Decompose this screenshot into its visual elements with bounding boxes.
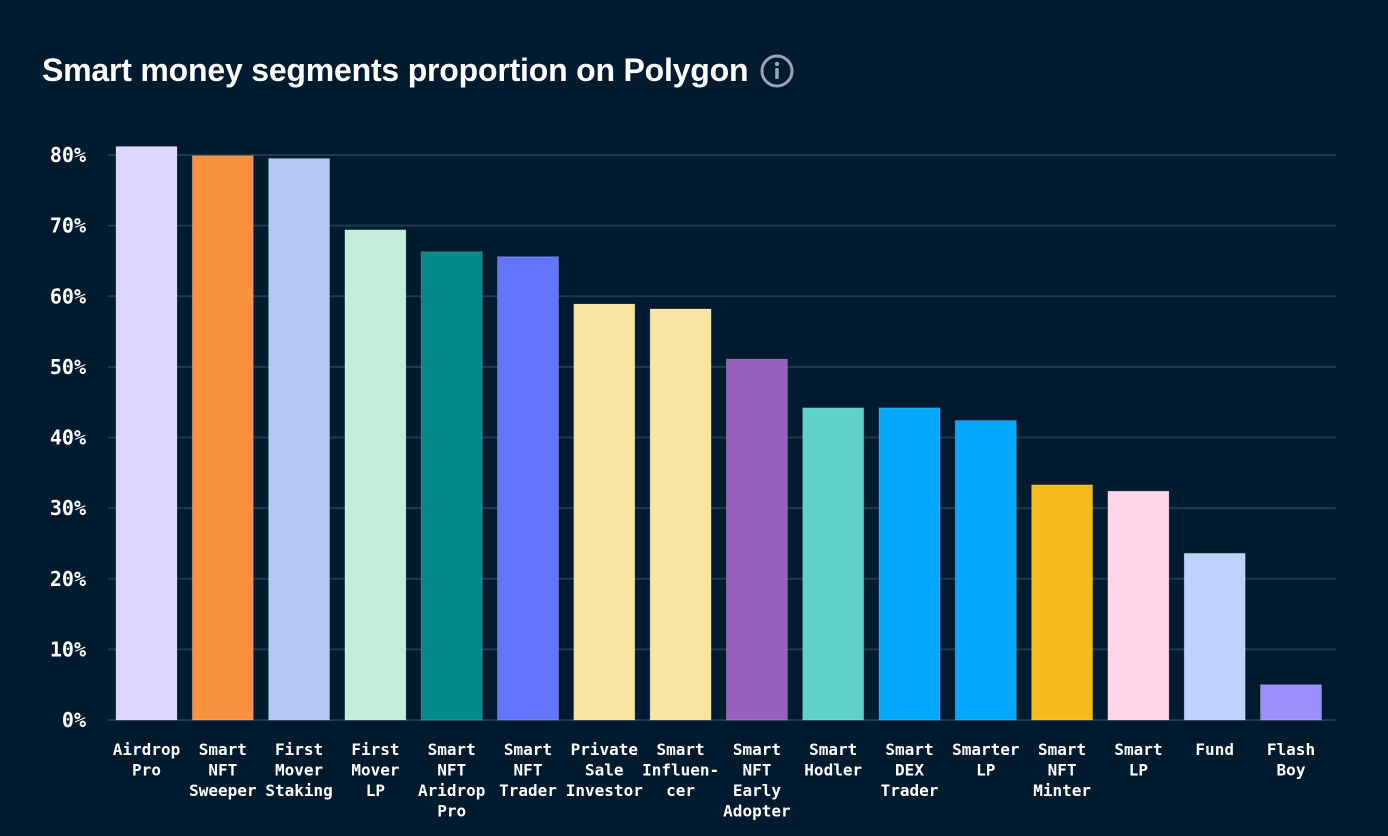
bar[interactable]: First Mover LP: 69.4% <box>344 229 407 721</box>
x-tick-label-line: NFT <box>437 761 466 780</box>
x-tick-label-line: NFT <box>1048 761 1077 780</box>
x-tick-label-line: Pro <box>132 761 161 780</box>
bars: Airdrop Pro: 81.2%Smart NFT Sweeper: 79.… <box>115 146 1322 721</box>
x-tick-label: Smart Influen-cer <box>642 740 719 800</box>
x-tick-label-line: Staking <box>265 781 332 800</box>
x-tick-label-line: Smart <box>199 740 247 759</box>
x-tick-label-line: Smart <box>885 740 933 759</box>
x-tick-label-line: Fund <box>1195 740 1234 759</box>
x-tick-label-line: Hodler <box>804 761 862 780</box>
bar-chart: 0% 10% 20% 30% 40% 50% 60% 70% 80% Airdrop Pro: … <box>50 143 1336 821</box>
x-tick-label-line: LP <box>1129 761 1148 780</box>
x-tick-label-line: Airdrop <box>113 740 180 759</box>
x-tick-label: Smart NFT Early Adopter <box>723 740 790 821</box>
x-tick-label-line: Smarter <box>952 740 1019 759</box>
y-tick-label: 80% <box>50 143 86 167</box>
x-tick-label: Smart NFT Aridrop Pro <box>418 740 485 821</box>
x-tick-label-line: Aridrop <box>418 781 485 800</box>
x-tick-label: Fund <box>1195 740 1234 759</box>
x-tick-label-line: NFT <box>742 761 771 780</box>
bar[interactable]: Smarter LP: 42.4% <box>954 420 1017 721</box>
x-tick-label-line: First <box>351 740 399 759</box>
x-tick-label: First Mover Staking <box>265 740 332 800</box>
bar[interactable]: Smart NFT Minter: 33.3% <box>1031 484 1094 721</box>
bar[interactable]: Smart NFT Aridrop Pro: 66.3% <box>420 251 483 721</box>
y-axis-ticks: 0% 10% 20% 30% 40% 50% 60% 70% 80% <box>50 143 86 732</box>
x-tick-label-line: Mover <box>351 761 399 780</box>
y-tick-label: 10% <box>50 637 86 661</box>
y-tick-label: 0% <box>62 708 86 732</box>
x-tick-label-line: Trader <box>881 781 939 800</box>
x-tick-label-line: cer <box>666 781 695 800</box>
bar[interactable]: Smart LP: 32.4% <box>1107 490 1170 721</box>
y-tick-label: 20% <box>50 567 86 591</box>
x-tick-label-line: Investor <box>566 781 643 800</box>
x-tick-label-line: Smart <box>428 740 476 759</box>
y-tick-label: 30% <box>50 496 86 520</box>
x-tick-label-line: Pro <box>437 802 466 821</box>
x-tick-label-line: Trader <box>499 781 557 800</box>
x-tick-label-line: Smart <box>809 740 857 759</box>
x-tick-label-line: Sale <box>585 761 624 780</box>
x-tick-label-line: LP <box>976 761 995 780</box>
x-tick-label: Smart Hodler <box>804 740 862 780</box>
bar[interactable]: Smart Hodler: 44.2% <box>802 407 865 721</box>
x-tick-label: First Mover LP <box>351 740 399 800</box>
x-tick-label-line: Boy <box>1277 761 1306 780</box>
bar[interactable]: Airdrop Pro: 81.2% <box>115 146 178 721</box>
x-tick-label-line: DEX <box>895 761 924 780</box>
x-tick-label-line: LP <box>366 781 385 800</box>
x-tick-label-line: NFT <box>208 761 237 780</box>
y-tick-label: 70% <box>50 214 86 238</box>
x-tick-label: Smarter LP <box>952 740 1019 780</box>
bar[interactable]: Smart Influencer: 58.2% <box>649 308 712 721</box>
bar[interactable]: First Mover Staking: 79.5% <box>268 158 331 721</box>
x-axis-labels: Airdrop ProSmart NFT SweeperFirst Mover Staki… <box>113 740 1315 821</box>
x-tick-label: Smart NFT Sweeper <box>189 740 256 800</box>
y-tick-label: 60% <box>50 284 86 308</box>
y-tick-label: 40% <box>50 426 86 450</box>
x-tick-label-line: Mover <box>275 761 323 780</box>
bar[interactable]: Smart NFT Trader: 65.6% <box>497 256 559 721</box>
bar[interactable]: Flash Boy: 5% <box>1260 684 1322 721</box>
x-tick-label-line: Private <box>571 740 638 759</box>
x-tick-label-line: First <box>275 740 323 759</box>
bar[interactable]: Private Sale Investor: 58.9% <box>573 303 636 721</box>
x-tick-label: Smart NFT Minter <box>1033 740 1091 800</box>
bar[interactable]: Fund: 23.6% <box>1183 552 1246 721</box>
x-tick-label-line: NFT <box>514 761 543 780</box>
x-tick-label-line: Smart <box>733 740 781 759</box>
x-tick-label-line: Smart <box>1038 740 1086 759</box>
x-tick-label-line: Smart <box>1114 740 1162 759</box>
x-tick-label: Smart LP <box>1114 740 1162 780</box>
x-tick-label-line: Smart <box>657 740 705 759</box>
x-tick-label: Smart NFT Trader <box>499 740 557 800</box>
x-tick-label-line: Flash <box>1267 740 1315 759</box>
x-tick-label-line: Sweeper <box>189 781 256 800</box>
y-tick-label: 50% <box>50 355 86 379</box>
x-tick-label: Private Sale Investor <box>566 740 643 800</box>
x-tick-label-line: Early <box>733 781 782 800</box>
x-tick-label-line: Minter <box>1033 781 1091 800</box>
x-tick-label: Smart DEX Trader <box>881 740 939 800</box>
x-tick-label-line: Smart <box>504 740 552 759</box>
x-tick-label-line: Influen- <box>642 761 719 780</box>
x-tick-label-line: Adopter <box>723 802 790 821</box>
bar[interactable]: Smart NFT Early Adopter: 51.1% <box>725 358 788 721</box>
bar[interactable]: Smart DEX Trader: 44.2% <box>878 407 941 721</box>
bar[interactable]: Smart NFT Sweeper: 79.9% <box>191 155 254 721</box>
x-tick-label: Airdrop Pro <box>113 740 180 780</box>
x-tick-label: Flash Boy <box>1267 740 1315 780</box>
